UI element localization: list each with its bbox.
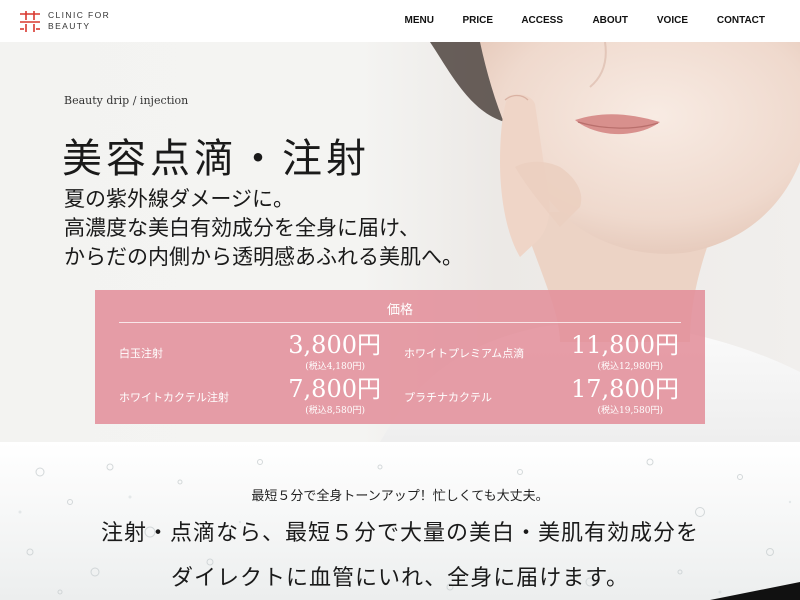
site-header: CLINIC FOR BEAUTY MENU PRICE ACCESS ABOU…	[0, 0, 800, 42]
price-item-value: 7,800円	[288, 375, 381, 403]
price-item: ホワイトプレミアム点滴 11,800円 (税込12,980円)	[404, 332, 679, 372]
price-item-value: 11,800円	[571, 331, 679, 359]
clinic-logo-icon	[20, 11, 40, 32]
nav-menu[interactable]: MENU	[405, 15, 434, 26]
hero-lead-line-2: 高濃度な美白有効成分を全身に届け、	[64, 216, 420, 240]
price-item-name: 白玉注射	[119, 347, 163, 360]
nav-access[interactable]: ACCESS	[521, 15, 563, 26]
price-divider	[119, 322, 681, 323]
nav-voice[interactable]: VOICE	[657, 15, 688, 26]
hero-subtitle: Beauty drip / injection	[64, 94, 189, 107]
price-item-name: ホワイトプレミアム点滴	[404, 347, 525, 360]
nav-contact[interactable]: CONTACT	[717, 15, 765, 26]
clinic-logo[interactable]: CLINIC FOR BEAUTY	[18, 9, 110, 33]
price-panel: 価格 白玉注射 3,800円 (税込4,180円) ホワイトプレミアム点滴 11…	[95, 290, 705, 424]
intro-section: 最短５分で全身トーンアップ！忙しくても大丈夫。 注射・点滴なら、最短５分で大量の…	[0, 442, 800, 600]
intro-subtitle: 最短５分で全身トーンアップ！忙しくても大丈夫。	[251, 489, 549, 504]
nav-price[interactable]: PRICE	[462, 15, 493, 26]
intro-line-1: 注射・点滴なら、最短５分で大量の美白・美肌有効成分を	[100, 521, 699, 546]
price-heading: 価格	[386, 303, 413, 318]
price-item-name: ホワイトカクテル注射	[119, 391, 229, 404]
nav-about[interactable]: ABOUT	[592, 15, 628, 26]
price-item: ホワイトカクテル注射 7,800円 (税込8,580円)	[119, 376, 381, 416]
price-item-tax: (税込8,580円)	[305, 406, 365, 416]
corner-ribbon	[710, 582, 800, 600]
hero-lead: 夏の紫外線ダメージに。 高濃度な美白有効成分を全身に届け、 からだの内側から透明…	[64, 185, 463, 272]
hero-lead-line-1: 夏の紫外線ダメージに。	[64, 187, 294, 211]
price-item-tax: (税込4,180円)	[305, 362, 365, 372]
price-item-value: 3,800円	[288, 331, 381, 359]
logo-line-1: CLINIC FOR	[48, 10, 111, 20]
price-item: 白玉注射 3,800円 (税込4,180円)	[119, 332, 381, 372]
logo-line-2: BEAUTY	[48, 21, 91, 31]
logo-wordmark: CLINIC FOR BEAUTY	[48, 10, 110, 32]
hero-section: Beauty drip / injection 美容点滴・注射 夏の紫外線ダメー…	[0, 42, 800, 442]
price-item-tax: (税込12,980円)	[597, 362, 663, 372]
hero-title: 美容点滴・注射	[62, 136, 370, 182]
price-item-value: 17,800円	[571, 375, 679, 403]
price-item-name: プラチナカクテル	[404, 391, 492, 404]
hero-lead-line-3: からだの内側から透明感あふれる美肌へ。	[64, 245, 463, 269]
price-item-tax: (税込19,580円)	[597, 406, 663, 416]
price-item: プラチナカクテル 17,800円 (税込19,580円)	[404, 376, 679, 416]
